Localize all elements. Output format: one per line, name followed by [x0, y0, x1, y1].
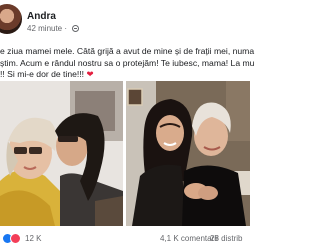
- post-text-line: știm. Acum e rândul nostru sa o protejăm…: [0, 57, 255, 68]
- author-avatar[interactable]: [0, 4, 22, 34]
- post-footer: 12 K 4,1 K comentarii 28 distrib: [0, 228, 250, 250]
- timestamp-text: 42 minute: [27, 24, 63, 33]
- love-icon: [10, 233, 21, 244]
- heart-icon: ❤: [86, 69, 94, 79]
- post-text: e ziua mamei mele. Câtă grijă a avut de …: [0, 46, 290, 81]
- photo-left-image: [0, 81, 123, 226]
- shares-count[interactable]: 28 distrib: [210, 234, 242, 243]
- post-photos: [0, 81, 250, 226]
- post-timestamp[interactable]: 42 minute ·: [27, 24, 80, 33]
- globe-icon: [72, 25, 80, 32]
- timestamp-separator: ·: [64, 24, 68, 33]
- reaction-count[interactable]: 12 K: [25, 234, 41, 243]
- post-text-line-content: !! Si mi-e dor de tine!!!: [0, 69, 87, 79]
- photo-right[interactable]: [126, 81, 250, 226]
- post-text-line: !! Si mi-e dor de tine!!! ❤: [0, 69, 290, 81]
- photo-left[interactable]: [0, 81, 123, 226]
- author-name[interactable]: Andra: [27, 11, 56, 22]
- post-header: Andra 42 minute ·: [0, 0, 250, 38]
- photo-right-image: [126, 81, 250, 226]
- post-text-line: e ziua mamei mele. Câtă grijă a avut de …: [0, 46, 255, 56]
- reaction-icons[interactable]: [2, 233, 24, 245]
